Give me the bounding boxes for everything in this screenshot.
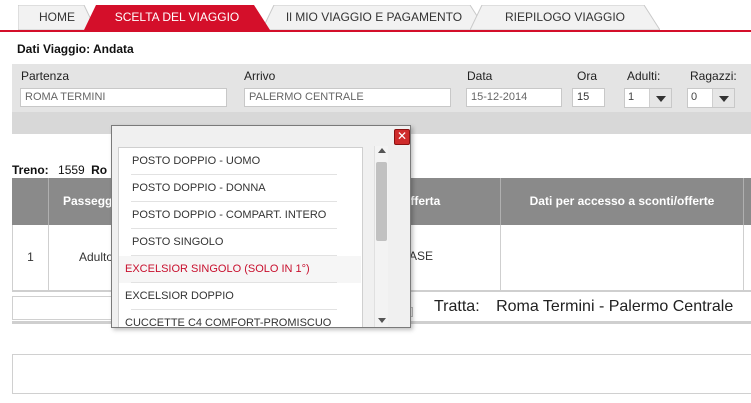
treno-number: 1559 <box>58 163 85 177</box>
tab-mio-viaggio[interactable]: Il MIO VIAGGIO E PAGAMENTO <box>262 5 486 30</box>
servizio-options-list: POSTO DOPPIO - UOMO POSTO DOPPIO - DONNA… <box>118 147 363 328</box>
scroll-up-icon[interactable] <box>378 148 386 153</box>
option-label: POSTO DOPPIO - UOMO <box>132 155 261 167</box>
ragazzi-select[interactable]: 0 <box>687 88 735 108</box>
tab-label: SCELTA DEL VIAGGIO <box>114 10 240 24</box>
header-dati-sconti: Dati per accesso a sconti/offerte <box>500 178 743 225</box>
option-label: POSTO DOPPIO - COMPART. INTERO <box>132 209 327 221</box>
chevron-down-icon <box>649 89 671 107</box>
ora-input[interactable]: 15 <box>572 88 605 107</box>
treno-route-partial: Ro <box>91 163 108 177</box>
arrivo-input[interactable]: PALERMO CENTRALE <box>244 88 451 107</box>
scrollbar-thumb[interactable] <box>376 162 387 241</box>
tratta-text: Tratta: Roma Termini - Palermo Centrale <box>434 298 733 316</box>
tab-riepilogo[interactable]: RIEPILOGO VIAGGIO <box>470 5 660 30</box>
tratta-left-box <box>12 296 112 320</box>
option-item[interactable]: POSTO DOPPIO - UOMO <box>119 148 361 175</box>
tab-scelta-viaggio[interactable]: SCELTA DEL VIAGGIO <box>84 5 270 30</box>
adulti-label: Adulti: <box>627 69 661 83</box>
tab-label: RIEPILOGO VIAGGIO <box>504 10 626 24</box>
row-index: 1 <box>12 225 48 291</box>
header-extra <box>743 178 751 225</box>
tab-underline <box>0 30 751 32</box>
dati-viaggio-label: Dati Viaggio: Andata <box>17 42 134 56</box>
arrivo-label: Arrivo <box>244 69 276 83</box>
tab-label: HOME <box>39 10 75 24</box>
option-label: POSTO DOPPIO - DONNA <box>132 182 266 194</box>
main-tab-bar: HOME Il MIO VIAGGIO E PAGAMENTO RIEPILOG… <box>0 0 751 32</box>
option-label: POSTO SINGOLO <box>132 236 224 248</box>
option-item[interactable]: EXCELSIOR DOPPIO <box>119 283 361 310</box>
ragazzi-label: Ragazzi: <box>690 69 737 83</box>
row-dati-sconti <box>500 225 743 291</box>
option-label: EXCELSIOR DOPPIO <box>125 290 234 302</box>
tratta-label: Tratta: <box>434 298 480 315</box>
servizio-dropdown-popup: ✕ POSTO DOPPIO - UOMO POSTO DOPPIO - DON… <box>111 125 411 328</box>
option-item[interactable]: POSTO DOPPIO - DONNA <box>119 175 361 202</box>
adulti-value: 1 <box>628 91 635 103</box>
partenza-label: Partenza <box>21 69 70 83</box>
header-index <box>12 178 48 225</box>
option-item[interactable]: POSTO DOPPIO - COMPART. INTERO <box>119 202 361 229</box>
treno-label: Treno: <box>12 163 49 177</box>
option-item[interactable]: CUCCETTE C4 COMFORT-PROMISCUO <box>119 310 361 328</box>
treno-info: Treno: 1559 Ro <box>12 163 107 177</box>
option-item-selected[interactable]: EXCELSIOR SINGOLO (SOLO IN 1°) <box>119 256 361 283</box>
option-item[interactable]: POSTO SINGOLO <box>119 229 361 256</box>
options-scrollbar[interactable] <box>374 146 388 327</box>
adulti-select[interactable]: 1 <box>624 88 672 108</box>
scroll-down-icon[interactable] <box>378 318 386 323</box>
option-label: EXCELSIOR SINGOLO (SOLO IN 1°) <box>125 263 310 275</box>
ora-label: Ora <box>577 69 598 83</box>
tratta-value: Roma Termini - Palermo Centrale <box>496 298 734 315</box>
tab-label: Il MIO VIAGGIO E PAGAMENTO <box>285 10 463 24</box>
ragazzi-value: 0 <box>691 91 698 103</box>
data-label: Data <box>467 69 493 83</box>
close-icon[interactable]: ✕ <box>394 129 410 145</box>
data-input[interactable]: 15-12-2014 <box>466 88 562 107</box>
option-label: CUCCETTE C4 COMFORT-PROMISCUO <box>125 317 332 328</box>
row-extra <box>743 225 751 291</box>
bottom-panel <box>12 354 751 394</box>
chevron-down-icon <box>712 89 734 107</box>
partenza-input[interactable]: ROMA TERMINI <box>20 88 227 107</box>
